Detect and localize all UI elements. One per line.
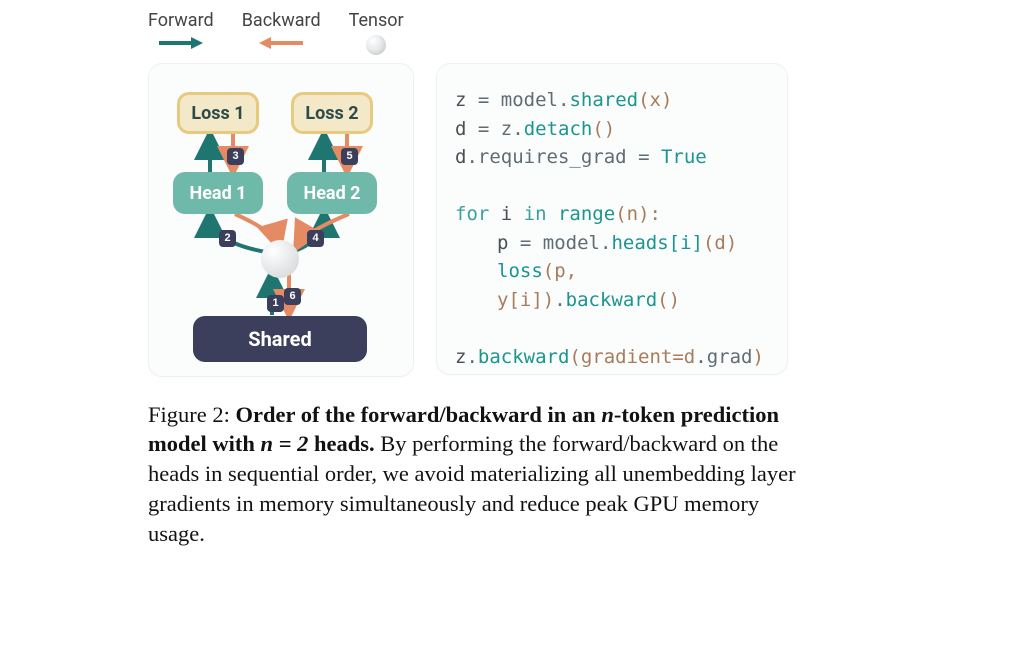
code-tok: . [466, 346, 477, 368]
legend-tensor-label: Tensor [349, 10, 404, 31]
figure-caption: Figure 2: Order of the forward/backward … [148, 400, 808, 550]
code-tok: True [650, 146, 707, 168]
legend-forward-label: Forward [148, 10, 214, 31]
code-tok: . [554, 289, 565, 311]
code-line-5: p = model.heads[i](d) [455, 229, 769, 258]
code-tok: = [478, 118, 489, 140]
head-2-box: Head 2 [287, 172, 377, 214]
step-badge-4: 4 [307, 230, 324, 247]
tensor-icon [366, 35, 386, 55]
caption-text: Order of the forward/backward in an [236, 402, 602, 427]
code-tok: model [531, 232, 600, 254]
caption-text: heads. [308, 431, 374, 456]
tensor-node-icon [261, 240, 299, 278]
code-tok: d [455, 118, 478, 140]
code-line-3: d.requires_grad = True [455, 143, 769, 172]
code-tok: z [455, 89, 478, 111]
code-tok: (x) [638, 89, 672, 111]
code-tok: (d) [703, 232, 737, 254]
code-line-2: d = z.detach() [455, 115, 769, 144]
code-tok: p [497, 232, 520, 254]
code-tok: ) [752, 346, 763, 368]
code-tok: z [489, 118, 512, 140]
code-tok: . [600, 232, 611, 254]
legend-backward: Backward [242, 10, 321, 51]
code-blank [455, 314, 769, 343]
code-tok: . [466, 146, 477, 168]
loss-1-box: Loss 1 [177, 92, 259, 134]
code-tok: heads[i] [611, 232, 703, 254]
code-tok: (gradient=d [569, 346, 695, 368]
shared-box: Shared [193, 316, 367, 362]
code-tok: . [558, 89, 569, 111]
code-tok: in [524, 203, 547, 225]
code-tok: requires_grad [478, 146, 638, 168]
arrow-right-icon [157, 35, 205, 51]
code-tok: . [695, 346, 706, 368]
loss-2-box: Loss 2 [291, 92, 373, 134]
arrow-left-icon [257, 35, 305, 51]
code-tok: = [638, 146, 649, 168]
code-tok: () [592, 118, 615, 140]
step-badge-3: 3 [227, 148, 244, 165]
code-tok: = [520, 232, 531, 254]
code-tok: (n): [615, 203, 661, 225]
code-tok: z [455, 346, 466, 368]
code-card: z = model.shared(x) d = z.detach() d.req… [436, 63, 788, 375]
figure-row: Loss 1 Loss 2 Head 1 Head 2 Shared 1 2 3… [148, 63, 971, 377]
legend-forward: Forward [148, 10, 214, 51]
code-tok: range [547, 203, 616, 225]
code-tok: backward [566, 289, 658, 311]
code-tok: backward [478, 346, 570, 368]
code-tok: () [657, 289, 680, 311]
legend-tensor: Tensor [349, 10, 404, 55]
code-tok: grad [707, 346, 753, 368]
code-tok: model [489, 89, 558, 111]
math-n: n [601, 402, 614, 427]
code-tok: for [455, 203, 489, 225]
step-badge-5: 5 [341, 148, 358, 165]
step-badge-6: 6 [284, 288, 301, 305]
code-blank [455, 172, 769, 201]
code-tok: detach [524, 118, 593, 140]
code-tok: shared [569, 89, 638, 111]
code-line-7: z.backward(gradient=d.grad) [455, 343, 769, 372]
code-line-1: z = model.shared(x) [455, 86, 769, 115]
code-tok: = [478, 89, 489, 111]
step-badge-1: 1 [267, 295, 284, 312]
diagram-card: Loss 1 Loss 2 Head 1 Head 2 Shared 1 2 3… [148, 63, 414, 377]
math-eq: n = 2 [261, 431, 309, 456]
legend: Forward Backward Tensor [148, 10, 971, 55]
head-1-box: Head 1 [173, 172, 263, 214]
code-line-6: loss(p, y[i]).backward() [455, 257, 769, 314]
code-line-4: for i in range(n): [455, 200, 769, 229]
caption-lead: Figure 2: [148, 402, 236, 427]
code-tok: . [512, 118, 523, 140]
code-tok: d [455, 146, 466, 168]
step-badge-2: 2 [219, 230, 236, 247]
code-tok: loss [497, 260, 543, 282]
legend-backward-label: Backward [242, 10, 321, 31]
code-tok: i [489, 203, 523, 225]
